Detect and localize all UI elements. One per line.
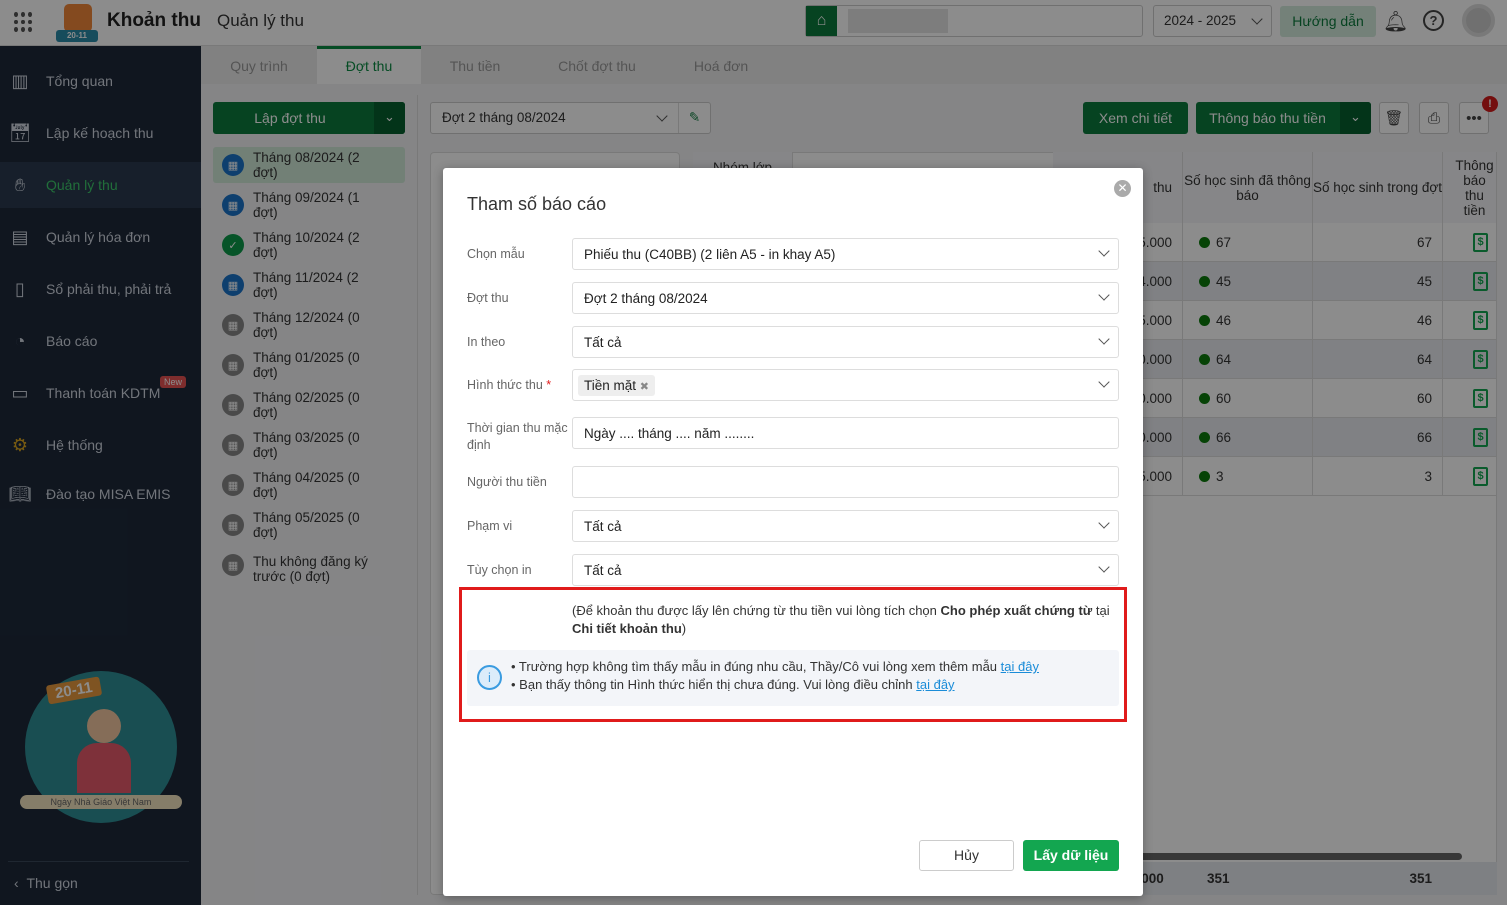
label-scope: Phạm vi [467,519,513,533]
info-box: i • Trường hợp không tìm thấy mẫu in đún… [467,650,1119,706]
chevron-down-icon [1098,376,1110,388]
label-collector: Người thu tiền [467,475,547,489]
default-time-input[interactable]: Ngày .... tháng .... năm ........ [572,417,1119,449]
chevron-down-icon [1098,289,1110,301]
collector-input[interactable] [572,466,1119,498]
voucher-note: (Để khoản thu được lấy lên chứng từ thu … [572,603,1110,636]
payment-method-tag: Tiền mặt ✖ [578,374,656,396]
method-adjust-link[interactable]: tại đây [916,677,954,692]
label-period: Đợt thu [467,291,509,305]
info-icon: i [477,665,502,690]
payment-method-multiselect[interactable]: Tiền mặt ✖ [572,369,1119,401]
print-by-select[interactable]: Tất cả [572,326,1119,358]
chevron-down-icon [1098,245,1110,257]
print-option-select[interactable]: Tất cả [572,554,1119,586]
cancel-button[interactable]: Hủy [919,840,1014,871]
info-line-template: • Trường hợp không tìm thấy mẫu in đúng … [511,659,1039,674]
close-icon[interactable]: ✕ [1114,180,1131,197]
label-print-option: Tùy chọn in [467,563,532,577]
dialog-title: Tham số báo cáo [467,194,607,214]
required-marker: * [546,378,552,392]
template-more-link[interactable]: tại đây [1001,659,1039,674]
report-parameters-dialog: Tham số báo cáo ✕ Chọn mẫu Phiếu thu (C4… [443,168,1143,896]
info-line-method: • Bạn thấy thông tin Hình thức hiển thị … [511,677,955,692]
label-payment-method: Hình thức thu * [467,378,552,392]
chevron-down-icon [1098,333,1110,345]
remove-tag-icon[interactable]: ✖ [640,381,649,393]
label-print-by: In theo [467,335,506,349]
scope-select[interactable]: Tất cả [572,510,1119,542]
label-default-time: Thời gian thu mặc định [467,421,568,452]
template-select[interactable]: Phiếu thu (C40BB) (2 liên A5 - in khay A… [572,238,1119,270]
chevron-down-icon [1098,517,1110,529]
get-data-button[interactable]: Lấy dữ liệu [1023,840,1119,871]
chevron-down-icon [1098,561,1110,573]
label-template: Chọn mẫu [467,247,525,261]
period-field-select[interactable]: Đợt 2 tháng 08/2024 [572,282,1119,314]
